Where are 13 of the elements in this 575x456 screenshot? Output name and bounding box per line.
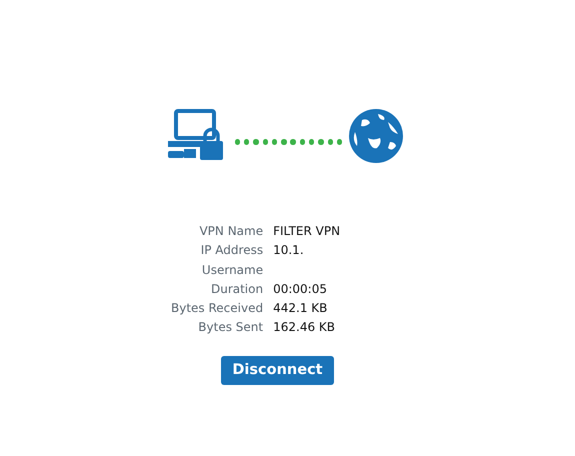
detail-value: 10.1. xyxy=(273,242,305,260)
detail-value: 442.1 KB xyxy=(273,300,328,318)
detail-value: 00:00:05 xyxy=(273,280,328,298)
disconnect-button[interactable]: Disconnect xyxy=(221,356,334,385)
detail-value: 162.46 KB xyxy=(273,319,336,336)
detail-label: Bytes Sent xyxy=(197,319,264,336)
globe-icon xyxy=(348,108,404,164)
detail-label: Duration xyxy=(210,280,264,298)
detail-label: IP Address xyxy=(200,242,264,260)
detail-value: FILTER VPN xyxy=(273,223,340,240)
detail-label: Bytes Received xyxy=(171,300,264,318)
detail-label: VPN Name xyxy=(198,223,264,240)
detail-label: Username xyxy=(200,262,264,279)
